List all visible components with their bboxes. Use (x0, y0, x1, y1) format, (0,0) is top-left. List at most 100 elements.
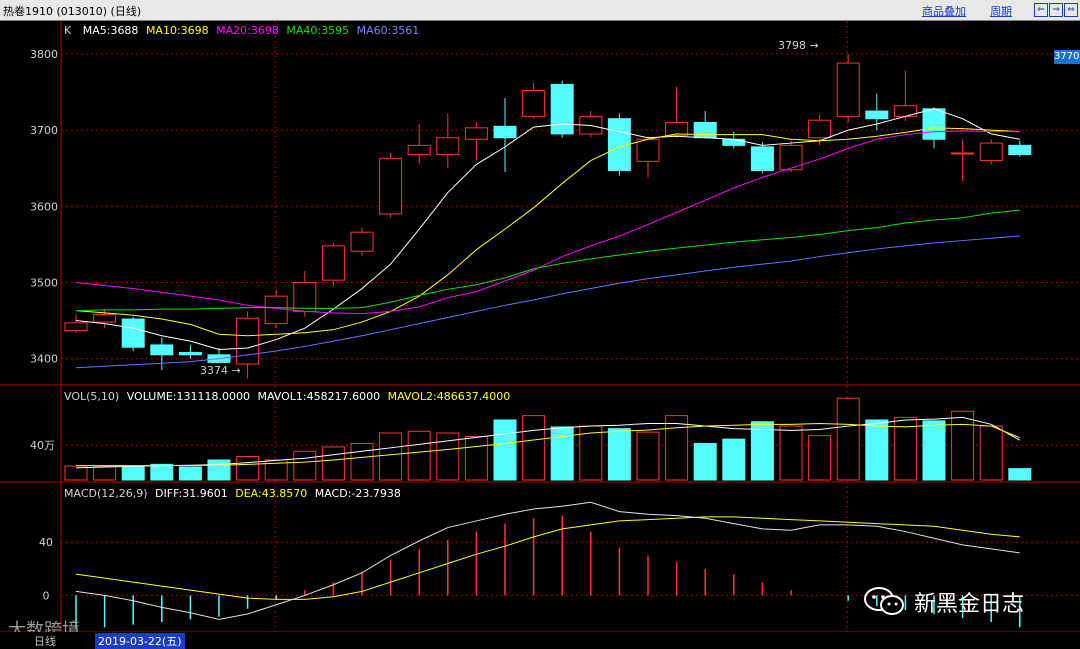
legend-dea: DEA:43.8570 (235, 487, 307, 500)
window-title: 热卷1910 (013010) (日线) (3, 5, 142, 18)
candle-body (178, 352, 202, 356)
candle-body (865, 110, 889, 120)
ma-line-ma10 (75, 127, 1020, 337)
cursor-date: 2019-03-22(五) (95, 633, 185, 649)
volume-bar (951, 410, 975, 481)
tab-daily[interactable]: 日线 (34, 633, 56, 649)
status-bar: 日线 2019-03-22(五) (0, 632, 1080, 649)
volume-bar (636, 431, 660, 481)
kline-chart[interactable]: 340035003600370038000405 40万 040 K MA5:3… (0, 21, 1080, 632)
volume-bar (350, 442, 374, 481)
watermark-text: 新黑金日志 (914, 592, 1025, 617)
candle-body (693, 121, 717, 139)
scroll-left-icon[interactable]: ⇐ (1034, 3, 1048, 17)
ma-line-ma60 (75, 235, 1020, 369)
volume-bar (1008, 468, 1032, 481)
volume-bar (407, 430, 431, 481)
legend-vol: VOL(5,10) (64, 390, 119, 403)
volume-bar (379, 432, 403, 481)
candle-body (93, 313, 117, 323)
legend-diff: DIFF:31.9601 (155, 487, 228, 500)
watermark: 新黑金日志 (862, 584, 1062, 617)
ma-line-ma40 (75, 209, 1020, 312)
period-button[interactable]: 周期 (990, 3, 1012, 19)
legend-volume-value: VOLUME:131118.0000 (127, 390, 250, 403)
candlestick-series (64, 53, 1032, 379)
candle-body (379, 157, 403, 215)
legend-ma60: MA60:3561 (357, 24, 420, 37)
volume-bar (836, 397, 860, 481)
macd-tick-label: 40 (39, 536, 53, 549)
candle-body (922, 108, 946, 140)
overlay-button[interactable]: 商品叠加 (922, 3, 966, 19)
candle-body (236, 317, 260, 365)
y-tick-label: 3400 (30, 353, 58, 366)
volume-series: 40万 (30, 397, 1080, 481)
vol-tick-label: 40万 (30, 439, 55, 452)
candle-body (321, 245, 345, 281)
ma-line-ma5 (75, 108, 1020, 350)
moving-average-lines (75, 108, 1020, 369)
candle-body (836, 62, 860, 117)
scroll-right-icon[interactable]: ⇒ (1049, 3, 1063, 17)
volume-bar (979, 425, 1003, 481)
candle-body (493, 125, 517, 139)
volume-bar (93, 465, 117, 481)
legend-macd-value: MACD:-23.7938 (315, 487, 401, 500)
y-tick-label: 3700 (30, 124, 58, 137)
last-price-tag: 3770 (1054, 50, 1080, 64)
candle-body (64, 322, 88, 331)
volume-bar (779, 425, 803, 481)
volume-bar (464, 436, 488, 481)
ma-line-ma20 (75, 130, 1020, 315)
expand-icon[interactable]: ⇔ (1064, 3, 1078, 17)
volume-bar (865, 419, 889, 481)
high-annotation: 3798 → (778, 39, 819, 52)
candle-body (293, 281, 317, 312)
volume-bar (522, 415, 546, 481)
legend-macd-title: MACD(12,26,9) (64, 487, 148, 500)
volume-bar (150, 463, 174, 481)
legend-ma10: MA10:3698 (146, 24, 209, 37)
volume-bar (550, 426, 574, 481)
volume-bar (808, 435, 832, 481)
volume-bar (64, 465, 88, 481)
volume-bar (236, 456, 260, 481)
volume-bar (321, 446, 345, 481)
volume-bar (922, 420, 946, 481)
y-tick-label: 3600 (30, 200, 58, 213)
candle-body (436, 137, 460, 155)
legend-k: K (64, 24, 72, 37)
volume-bar (665, 415, 689, 481)
wechat-icon (864, 587, 904, 615)
volume-bar (293, 450, 317, 481)
candle-body (522, 90, 546, 117)
legend-mavol1: MAVOL1:458217.6000 (257, 390, 380, 403)
candle-body (121, 318, 145, 348)
legend-ma5: MA5:3688 (83, 24, 139, 37)
candle-body (407, 144, 431, 155)
legend-ma20: MA20:3698 (216, 24, 279, 37)
candle-body (750, 146, 774, 171)
volume-bar (178, 466, 202, 481)
volume-bar (493, 419, 517, 481)
volume-bar (207, 459, 231, 481)
candle-body (550, 83, 574, 135)
y-tick-label: 3500 (30, 276, 58, 289)
candle-body (350, 231, 374, 252)
low-annotation: 3374 → (200, 364, 241, 377)
candle-body (951, 152, 975, 155)
candle-body (636, 138, 660, 162)
candle-body (464, 127, 488, 140)
candle-body (1008, 144, 1032, 155)
title-bar: 热卷1910 (013010) (日线) 商品叠加 周期 ⇐ ⇒ ⇔ (0, 0, 1080, 21)
candle-body (808, 119, 832, 139)
volume-bar (750, 421, 774, 481)
candle-body (722, 138, 746, 146)
y-tick-label: 3800 (30, 48, 58, 61)
volume-bar (722, 438, 746, 481)
candle-body (979, 142, 1003, 162)
volume-bar (607, 428, 631, 481)
legend-mavol2: MAVOL2:486637.4000 (388, 390, 511, 403)
candle-body (150, 344, 174, 356)
